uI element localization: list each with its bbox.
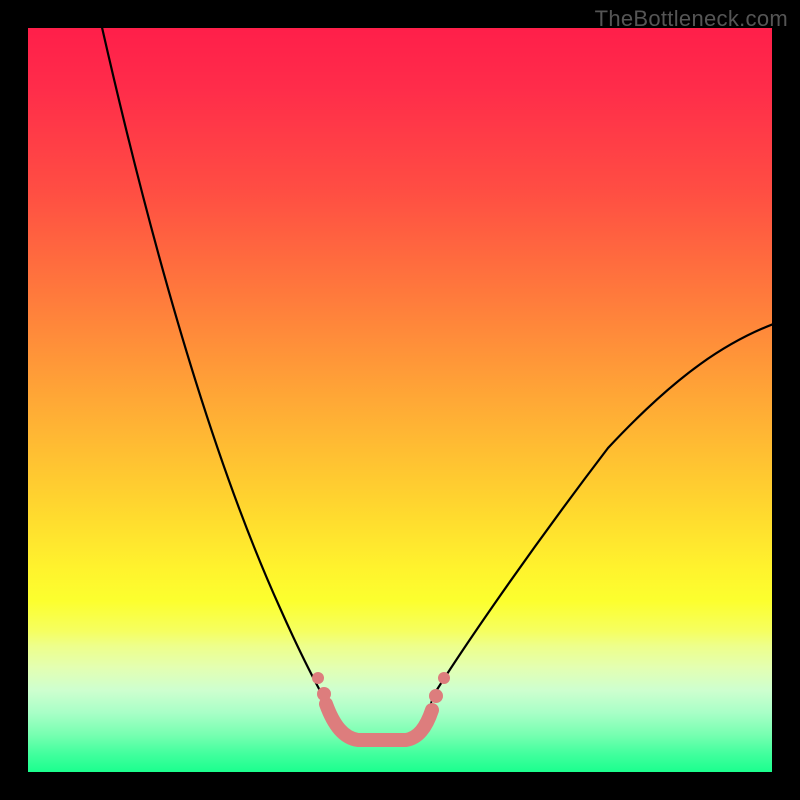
curve-right-branch xyxy=(433,323,772,696)
flat-segment xyxy=(312,672,450,740)
plot-area xyxy=(28,28,772,772)
curve-left-branch xyxy=(101,28,324,698)
bottleneck-curve xyxy=(28,28,772,772)
watermark-text: TheBottleneck.com xyxy=(595,6,788,32)
chart-frame: TheBottleneck.com xyxy=(0,0,800,800)
